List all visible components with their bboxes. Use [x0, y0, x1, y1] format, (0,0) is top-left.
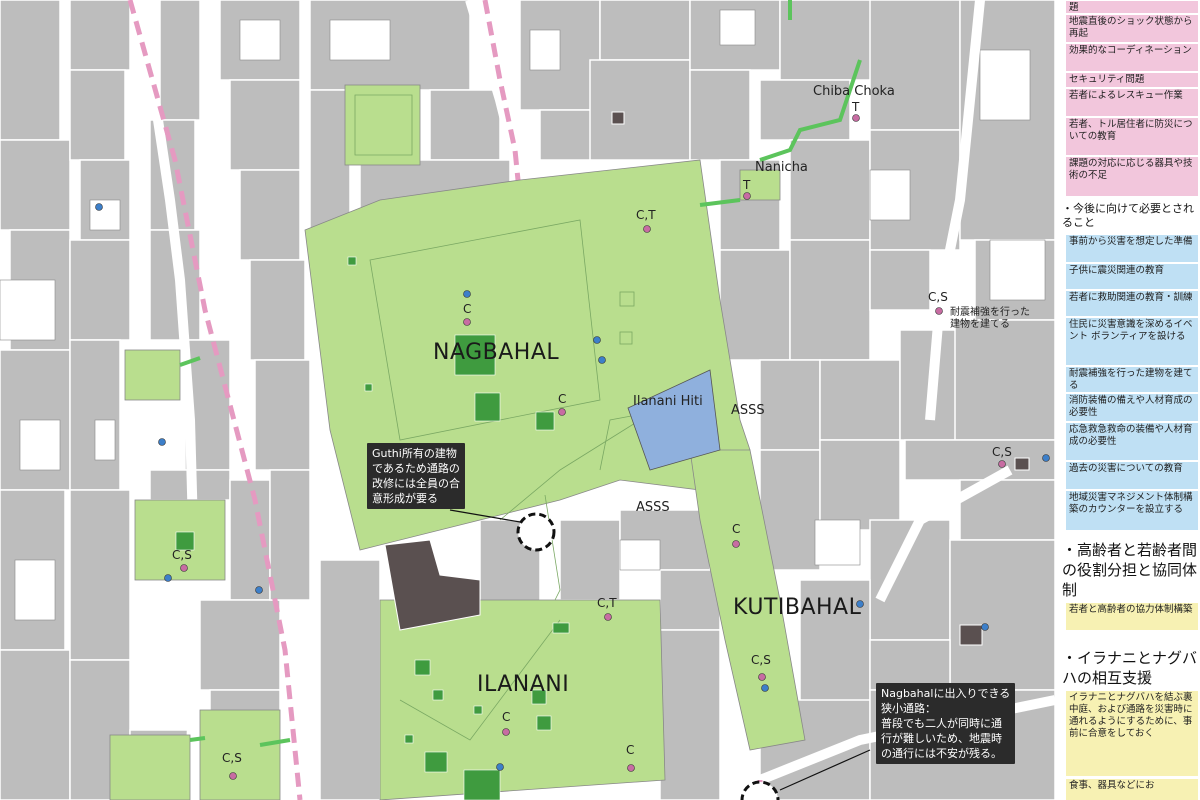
code-label: T [743, 178, 751, 192]
place-label-ilanani-hiti: Ilanani Hiti [633, 394, 703, 409]
asss-label: ASSS [731, 403, 765, 418]
code-label: C,S [172, 548, 192, 562]
code-label: T [852, 100, 860, 114]
code-label: C,S [751, 653, 771, 667]
legend-heading-needs: ・今後に向けて必要とされること [1062, 202, 1194, 229]
legend-item: 若者によるレスキュー作業 [1066, 88, 1198, 116]
code-label: C [558, 392, 567, 406]
legend-heading-roles: ・高齢者と若齢者間の役割分担と協同体制 [1062, 541, 1198, 599]
legend-item: 耐震補強を行った建物を建てる [1066, 366, 1198, 392]
legend-item: セキュリティ問題 [1066, 72, 1198, 87]
legend-heading-mutual: ・イラナニとナグバハの相互支援 [1062, 649, 1198, 687]
legend-item: 子供に震災関連の教育 [1066, 263, 1198, 289]
legend-item: 消防装備の備えや人材育成の必要性 [1066, 393, 1198, 421]
legend-item: 若者、トル居住者に防災についての教育 [1066, 117, 1198, 155]
area-label-kutibahal: KUTIBAHAL [733, 595, 862, 620]
legend-item: 応急救急救命の装備や人材育成の必要性 [1066, 422, 1198, 460]
area-label-nagbahal: NAGBAHAL [433, 340, 560, 365]
code-label: C [463, 302, 472, 316]
legend-sidebar: 題 地震直後のショック状態から再起 効果的なコーディネーション セキュリティ問題… [1058, 0, 1200, 800]
place-label-nanicha: Nanicha [755, 160, 808, 175]
note-narrow-alley: Nagbahalに出入りできる 狭小通路： 普段でも二人が同時に通 行が難しいた… [876, 683, 1016, 764]
code-label: C,T [636, 208, 656, 222]
legend-item: 若者と高齢者の協力体制構築 [1066, 602, 1198, 630]
legend-item: 住民に災害意識を深めるイベント ボランティアを設ける [1066, 317, 1198, 365]
code-label: C [626, 743, 635, 757]
map-canvas [0, 0, 1200, 800]
legend-item: 題 [1066, 0, 1198, 13]
code-label: C,S [928, 290, 948, 304]
asss-label: ASSS [636, 500, 670, 515]
code-label: C,S [222, 751, 242, 765]
legend-item: イラナニとナグバハを結ぶ裏中庭、および通路を災害時に通れるようにするために、事前… [1066, 690, 1198, 776]
legend-item: 若者に救助関連の教育・訓練 [1066, 290, 1198, 316]
legend-item: 効果的なコーディネーション [1066, 43, 1198, 71]
legend-item: 課題の対応に応じる器具や技術の不足 [1066, 156, 1198, 196]
legend-item: 事前から災害を想定した準備 [1066, 234, 1198, 262]
annotation-retrofit: 耐震補強を行った 建物を建てる [950, 307, 1030, 330]
note-guthi: Guthi所有の建物 であるため通路の 改修には全員の合 意形成が要る [367, 443, 465, 509]
code-label: C,T [597, 596, 617, 610]
area-label-ilanani: ILANANI [477, 672, 570, 697]
legend-item: 過去の災害についての教育 [1066, 461, 1198, 489]
code-label: C [502, 710, 511, 724]
legend-item: 地域災害マネジメント体制構築のカウンターを設立する [1066, 490, 1198, 530]
place-label-chiba-choka: Chiba Choka [813, 84, 895, 99]
legend-item: 食事、器具などにお [1066, 778, 1198, 800]
code-label: C [732, 522, 741, 536]
code-label: C,S [992, 445, 1012, 459]
legend-item: 地震直後のショック状態から再起 [1066, 14, 1198, 42]
